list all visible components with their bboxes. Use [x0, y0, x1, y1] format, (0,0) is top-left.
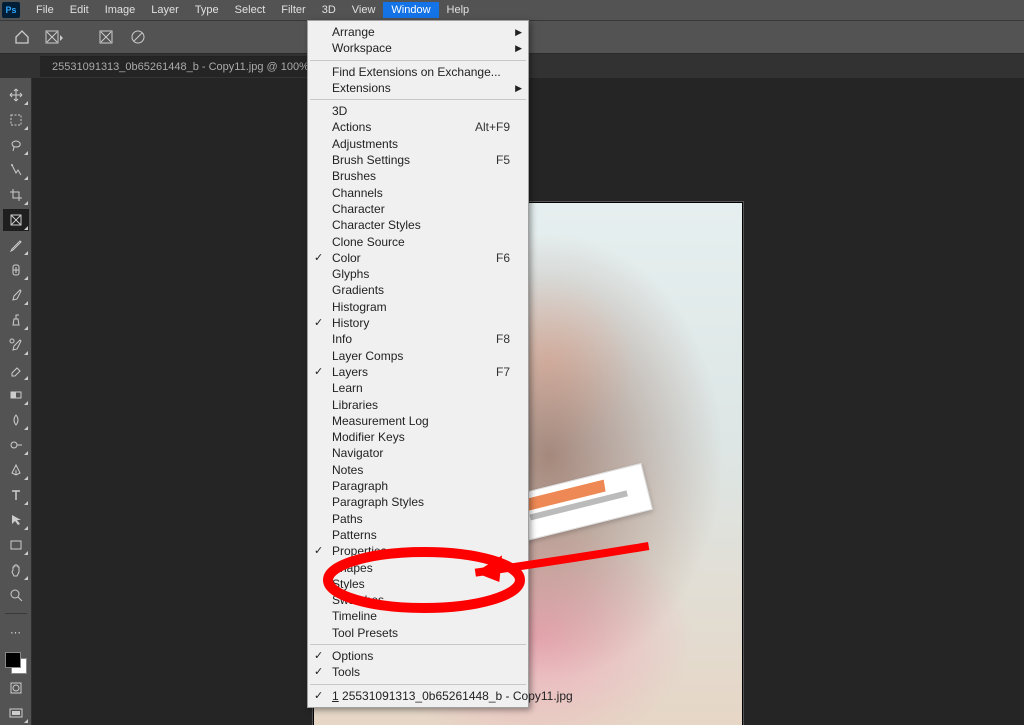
menu-item-3d[interactable]: 3D [308, 103, 528, 119]
color-swatches[interactable] [5, 652, 27, 674]
eraser-tool[interactable] [3, 359, 29, 381]
menu-item-info[interactable]: InfoF8 [308, 331, 528, 347]
menu-file[interactable]: File [28, 2, 62, 18]
menu-item-histogram[interactable]: Histogram [308, 299, 528, 315]
menu-item-tool-presets[interactable]: Tool Presets [308, 625, 528, 641]
tools-panel: ⋯ [0, 78, 32, 725]
path-mode-icon[interactable] [94, 25, 118, 49]
menu-item-color[interactable]: ✓ColorF6 [308, 250, 528, 266]
menu-item-glyphs[interactable]: Glyphs [308, 266, 528, 282]
screen-mode-icon[interactable] [3, 702, 29, 724]
quick-mask-icon[interactable] [3, 677, 29, 699]
menu-select[interactable]: Select [227, 2, 274, 18]
gradient-tool[interactable] [3, 384, 29, 406]
menu-item-shapes[interactable]: Shapes [308, 560, 528, 576]
clone-stamp-tool[interactable] [3, 309, 29, 331]
menu-item-gradients[interactable]: Gradients [308, 282, 528, 298]
menu-edit[interactable]: Edit [62, 2, 97, 18]
menu-item-measurement-log[interactable]: Measurement Log [308, 413, 528, 429]
menu-item-history[interactable]: ✓History [308, 315, 528, 331]
quick-select-tool[interactable] [3, 159, 29, 181]
pen-tool[interactable] [3, 459, 29, 481]
foreground-color-swatch[interactable] [5, 652, 21, 668]
menu-type[interactable]: Type [187, 2, 227, 18]
menu-item-adjustments[interactable]: Adjustments [308, 136, 528, 152]
cancel-icon[interactable] [126, 25, 150, 49]
menu-item-layer-comps[interactable]: Layer Comps [308, 348, 528, 364]
home-icon[interactable] [10, 25, 34, 49]
menu-item-brushes[interactable]: Brushes [308, 168, 528, 184]
menu-filter[interactable]: Filter [273, 2, 313, 18]
menu-item-tools[interactable]: ✓Tools [308, 664, 528, 680]
lasso-tool[interactable] [3, 134, 29, 156]
eyedropper-tool[interactable] [3, 234, 29, 256]
healing-tool[interactable] [3, 259, 29, 281]
menu-item-find-extensions-on-exchange[interactable]: Find Extensions on Exchange... [308, 64, 528, 80]
window-menu-dropdown: Arrange▶Workspace▶ Find Extensions on Exc… [307, 20, 529, 708]
zoom-tool[interactable] [3, 584, 29, 606]
hand-tool[interactable] [3, 559, 29, 581]
menu-item-paths[interactable]: Paths [308, 511, 528, 527]
menu-window[interactable]: Window [383, 2, 438, 18]
dodge-tool[interactable] [3, 434, 29, 456]
menu-item-brush-settings[interactable]: Brush SettingsF5 [308, 152, 528, 168]
menu-item-paragraph[interactable]: Paragraph [308, 478, 528, 494]
path-select-tool[interactable] [3, 509, 29, 531]
blur-tool[interactable] [3, 409, 29, 431]
menu-item-libraries[interactable]: Libraries [308, 397, 528, 413]
menu-item-extensions[interactable]: Extensions▶ [308, 80, 528, 96]
menu-item-character-styles[interactable]: Character Styles [308, 217, 528, 233]
edit-toolbar-icon[interactable]: ⋯ [3, 621, 29, 643]
menu-view[interactable]: View [344, 2, 384, 18]
menu-item-learn[interactable]: Learn [308, 380, 528, 396]
menu-image[interactable]: Image [97, 2, 144, 18]
menu-item-timeline[interactable]: Timeline [308, 608, 528, 624]
type-tool[interactable] [3, 484, 29, 506]
menu-item-navigator[interactable]: Navigator [308, 445, 528, 461]
move-tool[interactable] [3, 84, 29, 106]
menu-item-arrange[interactable]: Arrange▶ [308, 24, 528, 40]
menu-item-properties[interactable]: ✓Properties [308, 543, 528, 559]
menu-item-notes[interactable]: Notes [308, 462, 528, 478]
marquee-tool[interactable] [3, 109, 29, 131]
menu-bar: Ps File Edit Image Layer Type Select Fil… [0, 0, 1024, 20]
menu-item-character[interactable]: Character [308, 201, 528, 217]
app-logo: Ps [2, 2, 20, 18]
history-brush-tool[interactable] [3, 334, 29, 356]
menu-help[interactable]: Help [439, 2, 478, 18]
menu-item-modifier-keys[interactable]: Modifier Keys [308, 429, 528, 445]
menu-item-patterns[interactable]: Patterns [308, 527, 528, 543]
tool-preset-icon[interactable] [42, 25, 66, 49]
menu-3d[interactable]: 3D [314, 2, 344, 18]
menu-item-styles[interactable]: Styles [308, 576, 528, 592]
menu-item-options[interactable]: ✓Options [308, 648, 528, 664]
menu-item-layers[interactable]: ✓LayersF7 [308, 364, 528, 380]
menu-layer[interactable]: Layer [143, 2, 187, 18]
brush-tool[interactable] [3, 284, 29, 306]
menu-item-swatches[interactable]: Swatches [308, 592, 528, 608]
menu-item-workspace[interactable]: Workspace▶ [308, 40, 528, 56]
menu-item-actions[interactable]: ActionsAlt+F9 [308, 119, 528, 135]
crop-tool[interactable] [3, 184, 29, 206]
menu-item-paragraph-styles[interactable]: Paragraph Styles [308, 494, 528, 510]
menu-item-1-25531091313-0b65261448-b-copy11-jpg[interactable]: ✓1 25531091313_0b65261448_b - Copy11.jpg [308, 688, 528, 704]
frame-tool[interactable] [3, 209, 29, 231]
menu-item-clone-source[interactable]: Clone Source [308, 234, 528, 250]
rectangle-tool[interactable] [3, 534, 29, 556]
menu-item-channels[interactable]: Channels [308, 185, 528, 201]
